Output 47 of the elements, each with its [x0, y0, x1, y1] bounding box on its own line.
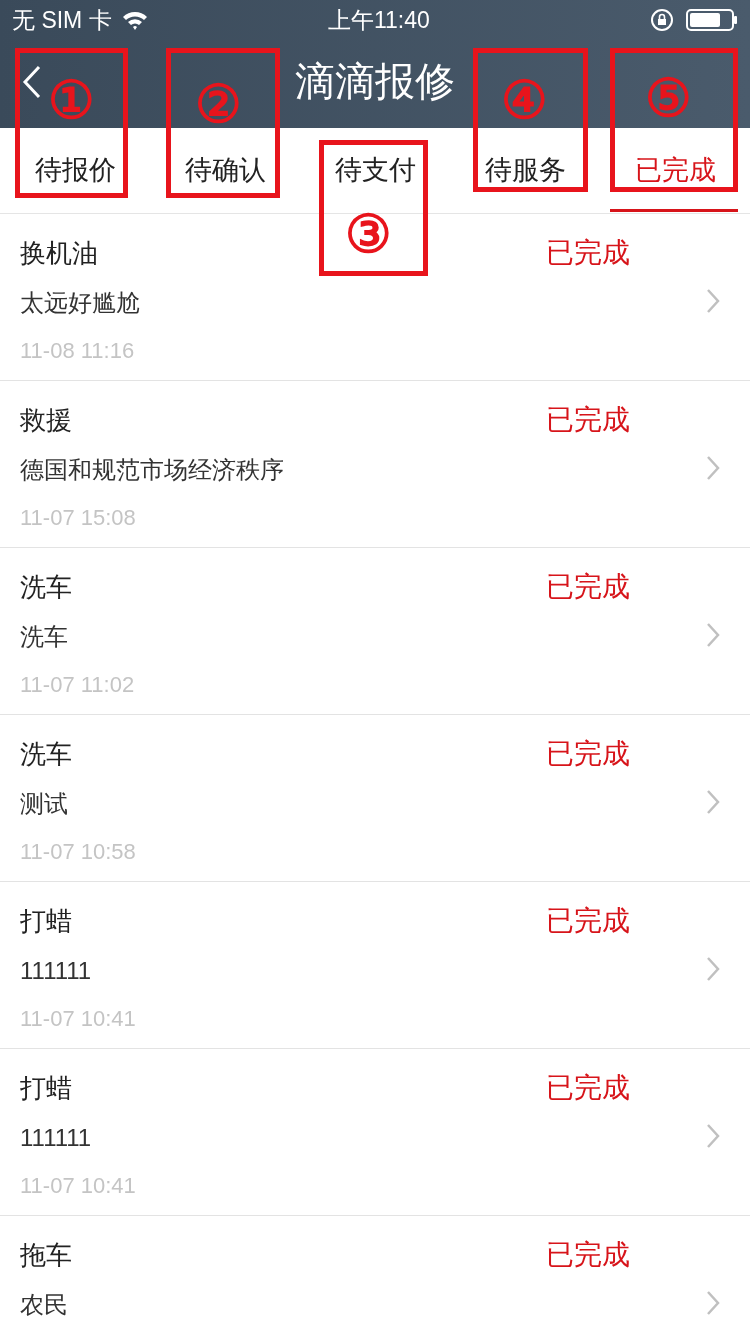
order-description: 洗车	[20, 622, 68, 652]
order-status: 已完成	[546, 570, 630, 604]
order-status: 已完成	[546, 236, 630, 270]
order-time: 11-08 11:16	[20, 337, 135, 365]
order-status: 已完成	[546, 737, 630, 771]
order-title: 换机油	[20, 237, 98, 270]
order-time: 11-07 11:02	[20, 671, 135, 699]
order-description: 太远好尴尬	[20, 288, 140, 318]
order-title: 洗车	[20, 738, 72, 771]
order-title: 打蜡	[20, 1072, 72, 1105]
order-title: 洗车	[20, 571, 72, 604]
chevron-right-icon	[706, 1290, 720, 1316]
order-status: 已完成	[546, 403, 630, 437]
chevron-right-icon	[706, 455, 720, 481]
order-status: 已完成	[546, 1071, 630, 1105]
order-time: 11-07 10:41	[20, 1172, 136, 1200]
order-description: 111111	[20, 1123, 92, 1153]
page-title: 滴滴报修	[295, 58, 455, 105]
back-chevron-icon	[22, 65, 42, 99]
order-status: 已完成	[546, 1238, 630, 1272]
chevron-right-icon	[706, 622, 720, 648]
rotation-lock-icon	[650, 8, 674, 32]
order-description: 德国和规范市场经济秩序	[20, 455, 284, 485]
order-title: 救援	[20, 404, 72, 437]
order-description: 测试	[20, 789, 68, 819]
chevron-right-icon	[706, 789, 720, 815]
annotation-number: ⑤	[645, 70, 692, 126]
annotation-number: ①	[48, 72, 95, 128]
order-status: 已完成	[546, 904, 630, 938]
order-description: 111111	[20, 956, 92, 986]
chevron-right-icon	[706, 1123, 720, 1149]
tab[interactable]: 待服务	[450, 128, 600, 213]
tab[interactable]: 待报价	[0, 128, 150, 213]
order-title: 拖车	[20, 1239, 72, 1272]
order-time: 11-07 10:41	[20, 1005, 136, 1033]
clock: 上午11:40	[326, 5, 431, 35]
order-title: 打蜡	[20, 905, 72, 938]
chevron-right-icon	[706, 956, 720, 982]
chevron-right-icon	[706, 288, 720, 314]
battery-icon	[686, 9, 738, 31]
tab[interactable]: 已完成	[600, 128, 750, 213]
order-description: 农民	[20, 1290, 68, 1320]
order-time: 11-07 10:58	[20, 838, 136, 866]
wifi-icon	[121, 10, 148, 30]
annotation-number: ④	[501, 72, 548, 128]
carrier-label: 无 SIM 卡	[12, 5, 112, 35]
order-time: 11-07 15:08	[20, 504, 136, 532]
